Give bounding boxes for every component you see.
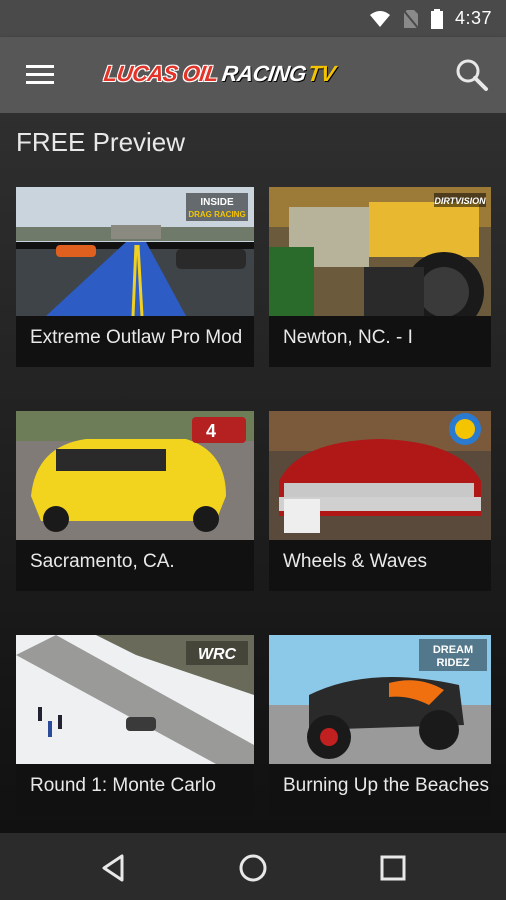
video-thumbnail: 4 (16, 411, 254, 540)
video-title: Burning Up the Beaches (283, 775, 489, 796)
home-icon[interactable] (231, 846, 275, 890)
recents-icon[interactable] (371, 846, 415, 890)
svg-text:4: 4 (206, 421, 216, 441)
svg-text:DREAM: DREAM (433, 644, 473, 656)
app-logo: LUCAS OIL RACING TV (102, 59, 337, 89)
main-content: FREE Preview INSIDE DRAG RACING Extreme … (0, 113, 506, 833)
video-thumbnail: INSIDE DRAG RACING (16, 187, 254, 316)
logo-racing: RACING (220, 61, 308, 86)
video-title: Sacramento, CA. (30, 551, 175, 572)
svg-text:WRC: WRC (198, 646, 237, 663)
video-thumbnail: WRC (16, 635, 254, 764)
video-card[interactable]: 4 Sacramento, CA. (16, 411, 254, 591)
video-title: Newton, NC. - I (283, 327, 413, 348)
clock: 4:37 (454, 8, 492, 28)
video-thumbnail (269, 411, 491, 540)
svg-text:INSIDE: INSIDE (200, 197, 234, 208)
back-icon[interactable] (92, 846, 136, 890)
app-bar: LUCAS OIL RACING TV (0, 37, 506, 113)
video-thumbnail: DIRTVISION (269, 187, 491, 316)
video-card[interactable]: INSIDE DRAG RACING Extreme Outlaw Pro Mo… (16, 187, 254, 367)
video-card[interactable]: Wheels & Waves (269, 411, 491, 591)
logo-tv: TV (306, 61, 337, 86)
section-title: FREE Preview (16, 127, 186, 157)
video-card[interactable]: WRC Round 1: Monte Carlo (16, 635, 254, 815)
video-title: Round 1: Monte Carlo (30, 775, 216, 796)
battery-icon (430, 8, 443, 29)
video-thumbnail: DREAM RIDEZ (269, 635, 491, 764)
video-card[interactable]: DREAM RIDEZ Burning Up the Beaches (269, 635, 491, 815)
video-title: Wheels & Waves (283, 551, 427, 572)
svg-text:RIDEZ: RIDEZ (437, 657, 470, 669)
svg-text:DRAG RACING: DRAG RACING (188, 210, 245, 219)
svg-text:DIRTVISION: DIRTVISION (434, 196, 486, 206)
status-bar: 4:37 (0, 0, 506, 37)
logo-lucas-oil: LUCAS OIL (102, 61, 220, 86)
navigation-bar (0, 833, 506, 900)
search-icon[interactable] (452, 55, 492, 95)
video-card[interactable]: DIRTVISION Newton, NC. - I (269, 187, 491, 367)
wifi-icon (369, 10, 390, 27)
video-title: Extreme Outlaw Pro Mod (30, 327, 243, 348)
no-sim-icon (403, 9, 419, 29)
hamburger-menu-icon[interactable] (20, 60, 60, 90)
